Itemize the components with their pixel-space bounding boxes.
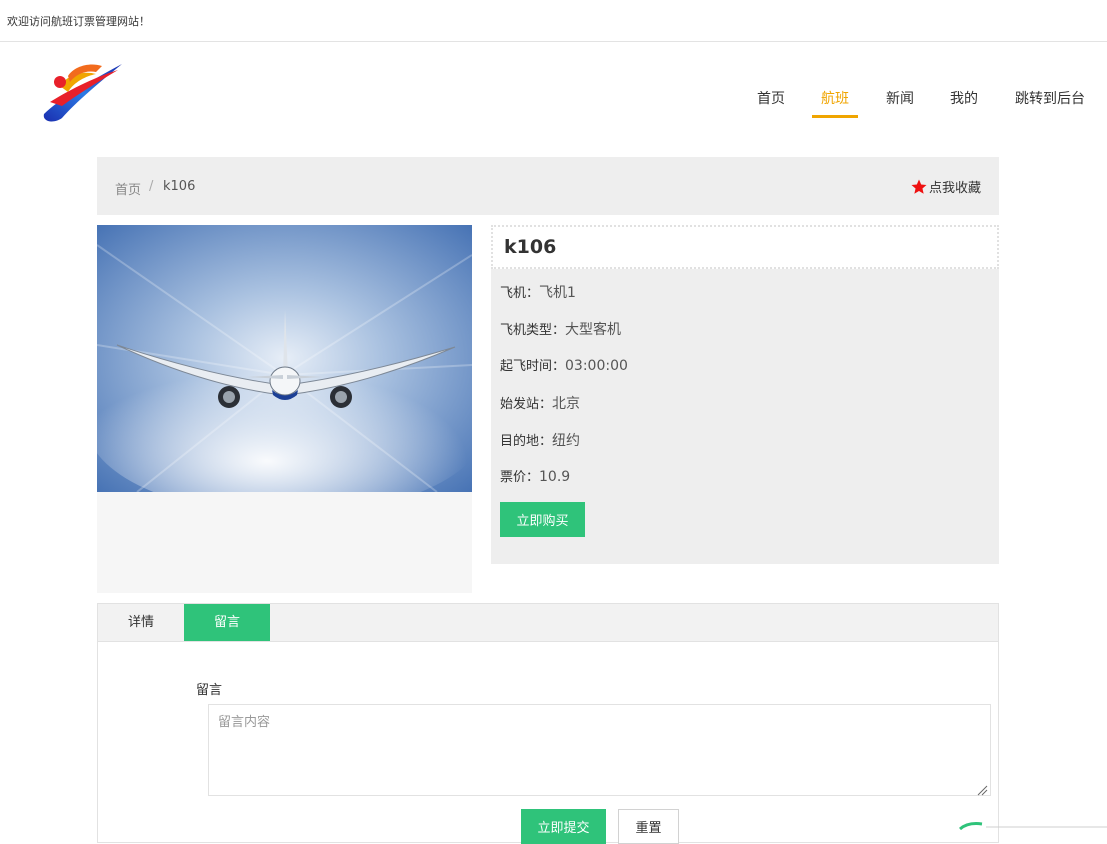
nav-item-mine[interactable]: 我的 [950, 88, 978, 108]
field-value: 北京 [552, 396, 581, 412]
breadcrumb-current: k106 [163, 179, 196, 194]
field-value: 飞机1 [539, 285, 576, 301]
comment-label: 留言 [196, 683, 223, 698]
field-label: 目的地： [500, 434, 553, 449]
field-value: 大型客机 [565, 322, 622, 338]
tab-bar: 详情 留言 [98, 604, 998, 642]
top-bar: 欢迎访问航班订票管理网站！ [0, 0, 1107, 42]
resize-handle-icon[interactable] [976, 784, 988, 796]
field-origin: 始发站：北京 [500, 393, 580, 413]
favorite-label: 点我收藏 [928, 181, 981, 196]
tab-comments[interactable]: 留言 [184, 604, 270, 641]
airplane-photo [97, 225, 472, 492]
flight-title: k106 [504, 236, 557, 258]
comment-textarea[interactable] [208, 704, 991, 796]
field-label: 票价： [500, 470, 540, 485]
nav-item-admin[interactable]: 跳转到后台 [1015, 88, 1085, 108]
flight-title-box: k106 [491, 225, 999, 269]
flight-info-panel: k106 飞机：飞机1 飞机类型：大型客机 起飞时间：03:00:00 始发站：… [491, 225, 999, 564]
field-label: 飞机类型： [500, 323, 566, 338]
breadcrumb-separator: / [149, 179, 154, 194]
field-plane-type: 飞机类型：大型客机 [500, 319, 621, 339]
site-logo[interactable] [40, 56, 126, 126]
field-label: 起飞时间： [500, 359, 566, 374]
nav-item-news[interactable]: 新闻 [886, 88, 914, 108]
field-value: 03:00:00 [565, 358, 628, 374]
breadcrumb-bar: 首页 / k106 点我收藏 [97, 157, 999, 215]
main-nav: 首页 航班 新闻 我的 跳转到后台 [757, 88, 1107, 118]
star-icon [911, 179, 927, 194]
welcome-text: 欢迎访问航班订票管理网站！ [7, 15, 150, 28]
field-departure-time: 起飞时间：03:00:00 [500, 355, 628, 374]
submit-button[interactable]: 立即提交 [521, 809, 606, 844]
nav-active-underline [812, 115, 858, 118]
tab-details[interactable]: 详情 [98, 604, 184, 641]
field-label: 始发站： [500, 397, 553, 412]
field-label: 飞机： [500, 286, 540, 301]
field-plane: 飞机：飞机1 [500, 282, 576, 302]
field-value: 纽约 [552, 433, 581, 449]
reset-button[interactable]: 重置 [618, 809, 679, 844]
detail-tab-panel: 详情 留言 留言 立即提交 重置 [97, 603, 999, 844]
corner-decoration-icon [959, 822, 1107, 830]
buy-now-button[interactable]: 立即购买 [500, 502, 585, 537]
breadcrumb-home[interactable]: 首页 [115, 179, 141, 198]
field-destination: 目的地：纽约 [500, 430, 580, 450]
field-value: 10.9 [539, 469, 571, 485]
field-price: 票价：10.9 [500, 466, 570, 485]
nav-item-flights[interactable]: 航班 [821, 88, 849, 108]
favorite-button[interactable]: 点我收藏 [910, 177, 981, 196]
nav-item-home[interactable]: 首页 [757, 88, 785, 108]
flight-image-panel [97, 225, 472, 593]
